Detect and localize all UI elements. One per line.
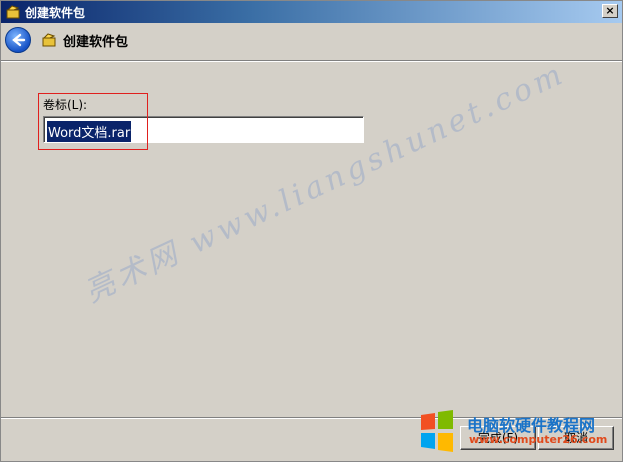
nav-header: 创建软件包	[1, 23, 622, 57]
package-icon	[5, 4, 21, 20]
title-bar[interactable]: 创建软件包 ×	[1, 1, 622, 23]
package-window: 创建软件包 × 创建软件包 卷标(L): Word文档.rar 亮术网 www.…	[0, 0, 623, 462]
arrow-left-icon	[12, 33, 26, 47]
wizard-package-icon	[41, 32, 57, 48]
page-title: 创建软件包	[63, 34, 129, 50]
windows-logo-icon	[421, 410, 453, 452]
close-button[interactable]: ×	[602, 4, 618, 18]
watermark: 亮术网 www.liangshunet.com	[79, 55, 572, 310]
highlight-box	[38, 93, 148, 150]
window-title: 创建软件包	[25, 5, 86, 20]
site-url: www.computer26.com	[469, 433, 608, 446]
back-button[interactable]	[5, 27, 31, 53]
